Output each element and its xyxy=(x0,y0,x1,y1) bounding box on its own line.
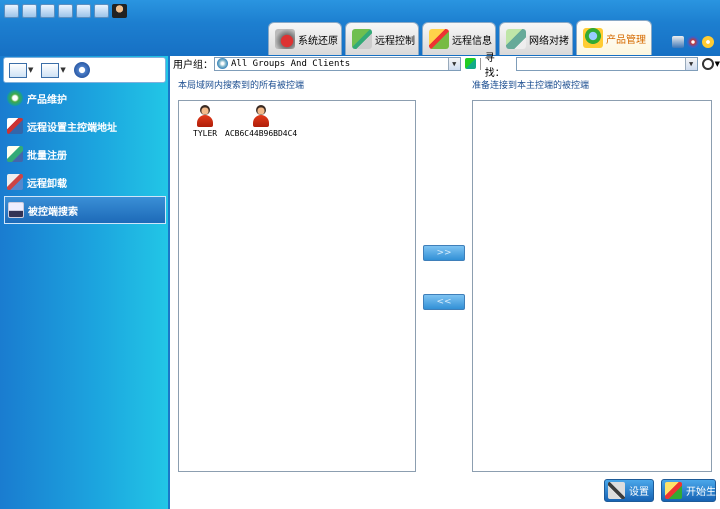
view-mode-button[interactable]: ▼ xyxy=(9,62,34,78)
right-list-title: 准备连接到本主控端的被控端 xyxy=(472,81,590,91)
network-copy-icon xyxy=(506,29,526,49)
search-select[interactable]: ▼ xyxy=(515,56,698,71)
tab-system-restore[interactable]: 系统还原 xyxy=(268,22,342,55)
main-tabs: 系统还原 远程控制 远程信息 网络对拷 产品管理 xyxy=(268,20,652,55)
search-icon[interactable] xyxy=(701,57,714,70)
forward-icon[interactable] xyxy=(40,4,55,18)
sidebar-menu: 产品维护 远程设置主控端地址 批量注册 远程卸载 被控端搜索 xyxy=(4,84,166,224)
move-right-button[interactable]: >> xyxy=(423,245,465,261)
tab-label: 产品管理 xyxy=(606,34,646,46)
search-input[interactable] xyxy=(518,57,687,70)
user-icon xyxy=(252,105,270,127)
grid-view-icon xyxy=(9,62,27,78)
sidebar-item-label: 远程卸载 xyxy=(27,178,67,190)
sidebar-item-label: 产品维护 xyxy=(27,94,67,106)
client-item[interactable]: TYLER xyxy=(193,105,217,138)
batch-register-icon xyxy=(7,146,23,162)
sidebar-item-client-search[interactable]: 被控端搜索 xyxy=(4,196,166,224)
sidebar-item-label: 远程设置主控端地址 xyxy=(27,122,117,134)
client-search-icon xyxy=(8,202,24,218)
sidebar-item-remote-set-master-address[interactable]: 远程设置主控端地址 xyxy=(4,112,166,140)
product-maintenance-icon xyxy=(7,90,23,106)
tab-label: 远程控制 xyxy=(375,35,415,47)
remote-info-icon xyxy=(429,29,449,49)
left-list-title: 本局域网内搜索到的所有被控端 xyxy=(178,81,305,91)
remote-uninstall-icon xyxy=(7,174,23,190)
tab-label: 远程信息 xyxy=(452,35,492,47)
sidebar-item-product-maintenance[interactable]: 产品维护 xyxy=(4,84,166,112)
found-clients-list[interactable]: TYLER ACB6C44B96BD4C4 xyxy=(178,100,416,472)
sidebar-item-batch-register[interactable]: 批量注册 xyxy=(4,140,166,168)
tab-remote-control[interactable]: 远程控制 xyxy=(345,22,419,55)
refresh-icon[interactable] xyxy=(464,58,476,69)
group-select-value: All Groups And Clients xyxy=(231,58,351,69)
help-icon[interactable] xyxy=(687,36,699,48)
monitor-icon[interactable] xyxy=(58,4,73,18)
apply-icon xyxy=(665,482,682,499)
sidebar: ▼ ▼ 产品维护 远程设置主控端地址 批量注册 远程卸载 被控端搜索 xyxy=(0,56,168,509)
user-icon xyxy=(196,105,214,127)
gear-icon[interactable] xyxy=(73,62,90,78)
chevron-down-icon[interactable]: ▼ xyxy=(684,57,697,70)
title-bar: 系统还原 远程控制 远程信息 网络对拷 产品管理 xyxy=(0,0,720,56)
client-name: ACB6C44B96BD4C4 xyxy=(225,129,298,138)
pending-clients-list[interactable] xyxy=(472,100,712,472)
display-icon[interactable] xyxy=(672,36,684,48)
filter-bar: 用户组： All Groups And Clients ▼ 寻找： ▼ ▼ xyxy=(170,53,720,79)
globe-icon xyxy=(217,58,228,69)
chevron-down-icon: ▼ xyxy=(60,66,66,74)
main-panel: 用户组： All Groups And Clients ▼ 寻找： ▼ ▼ 本局… xyxy=(170,53,720,509)
group-label: 用户组： xyxy=(173,60,213,71)
move-left-button[interactable]: << xyxy=(423,294,465,310)
tools-icon xyxy=(608,482,625,499)
system-restore-icon xyxy=(275,29,295,49)
client-name: TYLER xyxy=(193,129,218,138)
user-icon[interactable] xyxy=(112,4,127,18)
separator xyxy=(479,57,481,70)
sidebar-item-label: 被控端搜索 xyxy=(28,206,78,218)
tab-label: 网络对拷 xyxy=(529,35,569,47)
chevron-down-icon: ▼ xyxy=(28,66,34,74)
remote-control-icon xyxy=(352,29,372,49)
sidebar-toolbar: ▼ ▼ xyxy=(3,57,166,83)
chevron-down-icon[interactable]: ▼ xyxy=(447,57,460,70)
apply-button-label: 开始生效 xyxy=(686,487,720,498)
client-item[interactable]: ACB6C44B96BD4C4 xyxy=(225,105,297,138)
quick-toolbar xyxy=(4,3,127,19)
network-icon[interactable] xyxy=(94,4,109,18)
apply-button[interactable]: 开始生效 xyxy=(661,479,720,502)
tray-icons xyxy=(672,36,714,48)
tab-product-management[interactable]: 产品管理 xyxy=(576,20,652,55)
settings-button[interactable]: 设置 xyxy=(604,479,654,502)
chat-icon[interactable] xyxy=(76,4,91,18)
edit-icon xyxy=(41,62,60,78)
sidebar-item-remote-uninstall[interactable]: 远程卸载 xyxy=(4,168,166,196)
settings-button-label: 设置 xyxy=(629,487,649,498)
edit-tool-button[interactable]: ▼ xyxy=(41,62,66,78)
product-management-icon xyxy=(583,28,603,48)
group-select[interactable]: All Groups And Clients ▼ xyxy=(214,56,461,71)
search-label: 寻找： xyxy=(484,52,505,79)
about-icon[interactable] xyxy=(702,36,714,48)
app-icon[interactable] xyxy=(4,4,19,18)
back-icon[interactable] xyxy=(22,4,37,18)
sidebar-item-label: 批量注册 xyxy=(27,150,67,162)
tab-label: 系统还原 xyxy=(298,35,338,47)
chevron-down-icon[interactable]: ▼ xyxy=(715,60,720,68)
remote-set-master-address-icon xyxy=(7,118,23,134)
